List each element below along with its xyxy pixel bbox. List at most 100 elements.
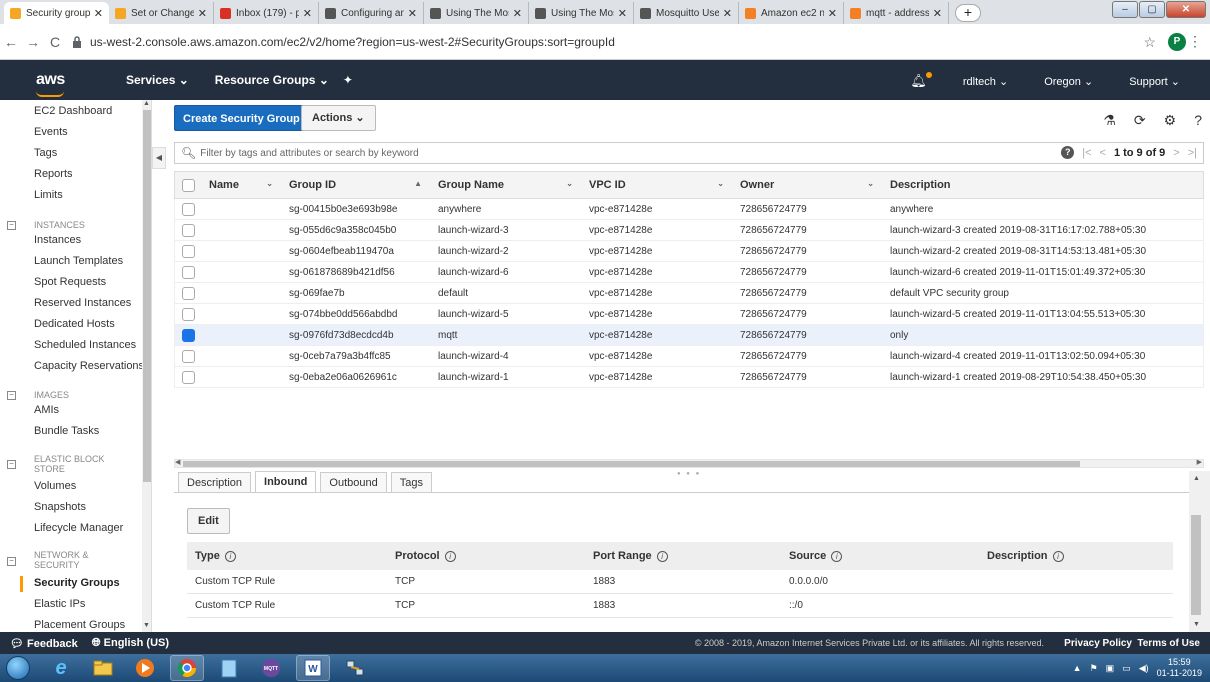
tab-inbound[interactable]: Inbound	[255, 471, 317, 493]
table-row[interactable]: sg-0976fd73d8ecdcd4b mqtt vpc-e871428e 7286…	[174, 325, 1204, 346]
prev-page-icon[interactable]: <	[1100, 147, 1106, 159]
word-icon[interactable]: W	[296, 655, 330, 681]
scroll-down-icon[interactable]: ▼	[143, 622, 150, 629]
bookmark-star-icon[interactable]: ☆	[1143, 34, 1156, 51]
col-header-group-name[interactable]: Group Name ⌄	[430, 179, 581, 191]
collapse-images-icon[interactable]: −	[7, 391, 16, 400]
table-row[interactable]: sg-055d6c9a358c045b0 launch-wizard-3 vpc-e…	[174, 220, 1204, 241]
privacy-policy-link[interactable]: Privacy Policy	[1064, 638, 1132, 649]
row-checkbox[interactable]	[181, 265, 195, 279]
tray-expand-icon[interactable]: ▲	[1073, 663, 1082, 673]
clock[interactable]: 15:59 01-11-2019	[1157, 657, 1202, 679]
sidebar-item-launch-templates[interactable]: Launch Templates	[34, 255, 123, 267]
create-security-group-button[interactable]: Create Security Group	[174, 105, 309, 131]
media-player-icon[interactable]	[128, 655, 162, 681]
close-tab-icon[interactable]: ✕	[828, 7, 837, 20]
resize-handle[interactable]: ● ● ●	[677, 471, 701, 477]
row-checkbox[interactable]	[181, 223, 195, 237]
feedback-link[interactable]: 💬︎ Feedback	[10, 637, 78, 650]
sidebar-item-ec2-dashboard[interactable]: EC2 Dashboard	[34, 105, 112, 117]
tab-description[interactable]: Description	[178, 472, 252, 493]
close-tab-icon[interactable]: ✕	[303, 7, 312, 20]
chrome-icon[interactable]	[170, 655, 204, 681]
sidebar-item-bundle-tasks[interactable]: Bundle Tasks	[34, 425, 99, 437]
close-tab-icon[interactable]: ✕	[723, 7, 732, 20]
language-selector[interactable]: 🌐︎ English (US)	[92, 637, 169, 650]
sidebar-item-reserved-instances[interactable]: Reserved Instances	[34, 297, 131, 309]
minimize-icon[interactable]: –	[1112, 1, 1138, 18]
collapse-instances-icon[interactable]: −	[7, 221, 16, 230]
edit-rules-button[interactable]: Edit	[187, 508, 230, 534]
file-explorer-icon[interactable]	[86, 655, 120, 681]
table-row[interactable]: sg-074bbe0dd566abdbd launch-wizard-5 vpc-e…	[174, 304, 1204, 325]
close-tab-icon[interactable]: ✕	[933, 7, 942, 20]
browser-tab[interactable]: Mosquitto Usern ✕	[634, 2, 739, 24]
collapse-network-icon[interactable]: −	[7, 557, 16, 566]
browser-tab[interactable]: Set or Change th ✕	[109, 2, 214, 24]
sidebar-item-snapshots[interactable]: Snapshots	[34, 501, 86, 513]
back-icon[interactable]: ←	[0, 34, 22, 50]
first-page-icon[interactable]: |<	[1082, 147, 1091, 159]
sidebar-item-amis[interactable]: AMIs	[34, 404, 59, 416]
actions-button[interactable]: Actions ⌄	[301, 105, 376, 131]
tab-outbound[interactable]: Outbound	[320, 472, 387, 493]
close-tab-icon[interactable]: ✕	[513, 7, 522, 20]
volume-icon[interactable]: ◀)	[1139, 663, 1149, 674]
sidebar-item-volumes[interactable]: Volumes	[34, 480, 76, 492]
row-checkbox[interactable]	[181, 349, 195, 363]
close-tab-icon[interactable]: ✕	[198, 7, 207, 20]
col-header-group-id[interactable]: Group ID ▲	[281, 179, 430, 191]
table-row[interactable]: sg-061878689b421df56 launch-wizard-6 vpc-e…	[174, 262, 1204, 283]
new-tab-button[interactable]: +	[955, 4, 981, 22]
row-checkbox[interactable]	[181, 202, 195, 216]
browser-tab[interactable]: Using The Mosq ✕	[529, 2, 634, 24]
start-button[interactable]	[0, 654, 36, 682]
bell-icon[interactable]: 🔔︎	[910, 72, 932, 89]
table-row[interactable]: sg-0604efbeab119470a launch-wizard-2 vpc-e…	[174, 241, 1204, 262]
sidebar-item-lifecycle-manager[interactable]: Lifecycle Manager	[34, 522, 123, 534]
col-header-vpc-id[interactable]: VPC ID ⌄	[581, 179, 732, 191]
mqtt-app-icon[interactable]: MQTT	[254, 655, 288, 681]
info-icon[interactable]: i	[1052, 551, 1064, 562]
browser-tab[interactable]: Configuring and ✕	[319, 2, 424, 24]
forward-icon[interactable]: →	[22, 34, 44, 50]
refresh-icon[interactable]: ⟳	[1134, 112, 1146, 129]
url-field[interactable]: us-west-2.console.aws.amazon.com/ec2/v2/…	[72, 29, 1192, 55]
sidebar-item-events[interactable]: Events	[34, 126, 68, 138]
table-row[interactable]: sg-0eba2e06a0626961c launch-wizard-1 vpc-e…	[174, 367, 1204, 388]
browser-tab[interactable]: Security groups | ✕	[4, 2, 109, 24]
filter-help-icon[interactable]: ?	[1061, 146, 1075, 159]
scroll-left-icon[interactable]: ◀	[175, 458, 180, 466]
close-tab-icon[interactable]: ✕	[408, 7, 417, 20]
profile-avatar[interactable]: P	[1168, 33, 1186, 51]
row-checkbox[interactable]	[181, 370, 195, 384]
scroll-right-icon[interactable]: ▶	[1197, 458, 1202, 466]
table-horizontal-scrollbar[interactable]: ◀ ▶	[174, 459, 1204, 468]
table-row[interactable]: sg-0ceb7a79a3b4ffc85 launch-wizard-4 vpc-e…	[174, 346, 1204, 367]
select-all-checkbox[interactable]	[181, 178, 195, 192]
browser-tab[interactable]: Inbox (179) - pra ✕	[214, 2, 319, 24]
row-checkbox[interactable]	[181, 328, 195, 342]
browser-tab[interactable]: Using The Mosq ✕	[424, 2, 529, 24]
row-checkbox[interactable]	[181, 286, 195, 300]
flask-icon[interactable]: ⚗︎	[1103, 112, 1116, 129]
info-icon[interactable]: i	[224, 551, 236, 562]
browser-tab[interactable]: mqtt - address a ✕	[844, 2, 949, 24]
info-icon[interactable]: i	[831, 551, 843, 562]
scroll-down-icon[interactable]: ▼	[1193, 621, 1200, 628]
filter-bar[interactable]: 🔍︎ Filter by tags and attributes or sear…	[174, 142, 1204, 164]
browser-menu-icon[interactable]: ⋮	[1188, 33, 1202, 50]
sidebar-item-placement-groups[interactable]: Placement Groups	[34, 619, 125, 631]
sidebar-scroll-thumb[interactable]	[143, 110, 151, 482]
account-menu[interactable]: rdltech ⌄	[945, 75, 1008, 88]
support-menu[interactable]: Support ⌄	[1111, 75, 1180, 88]
scroll-up-icon[interactable]: ▲	[143, 100, 150, 107]
device-icon[interactable]: ▣	[1106, 663, 1115, 674]
pin-icon[interactable]: ✦	[343, 73, 353, 87]
row-checkbox[interactable]	[181, 244, 195, 258]
network-app-icon[interactable]	[338, 655, 372, 681]
h-scroll-thumb[interactable]	[183, 461, 1080, 467]
table-row[interactable]: sg-069fae7b default vpc-e871428e 7286567247…	[174, 283, 1204, 304]
browser-tab[interactable]: Amazon ec2 not ✕	[739, 2, 844, 24]
close-tab-icon[interactable]: ✕	[94, 7, 103, 20]
